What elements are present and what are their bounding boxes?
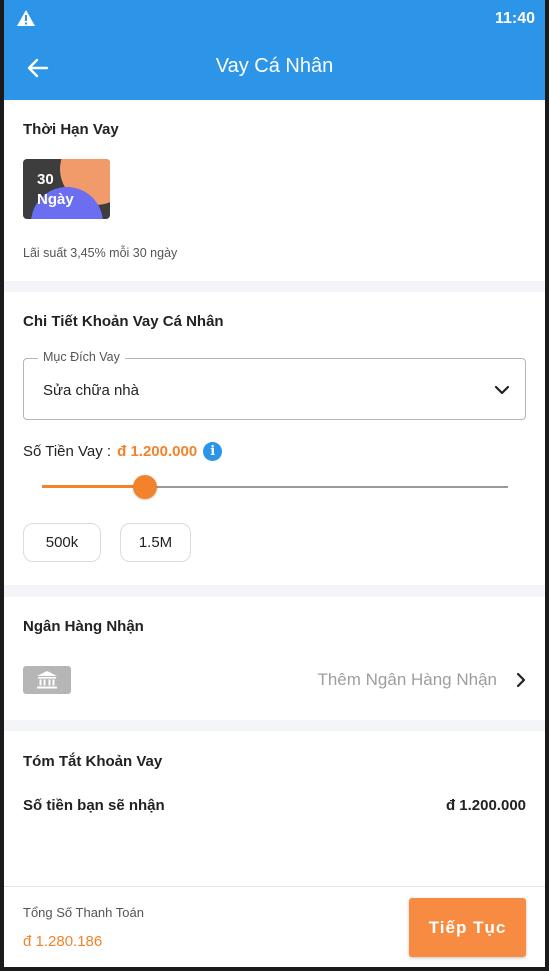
loan-term-title: Thời Hạn Vay — [23, 121, 119, 138]
receive-amount-value: đ 1.200.000 — [445, 797, 526, 814]
add-bank-label: Thêm Ngân Hàng Nhận — [317, 670, 497, 689]
loan-amount-slider[interactable] — [42, 475, 508, 499]
info-icon[interactable]: i — [203, 441, 223, 461]
app-screen: 11:40 Vay Cá Nhân Thời Hạn Vay 30 Ngày L… — [4, 0, 545, 967]
payment-footer: Tổng Số Thanh Toán đ 1.280.186 Tiếp Tục — [4, 886, 545, 967]
slider-thumb[interactable] — [133, 475, 157, 499]
loan-summary-title: Tóm Tắt Khoản Vay — [23, 753, 163, 770]
term-option-30-days[interactable]: 30 Ngày — [23, 159, 110, 219]
warning-icon — [17, 10, 35, 26]
continue-button[interactable]: Tiếp Tục — [409, 898, 526, 957]
loan-amount-value: đ 1.200.000 — [117, 442, 198, 460]
term-unit: Ngày — [37, 191, 74, 208]
quick-amount-1-5m-button[interactable]: 1.5M — [120, 523, 191, 562]
status-clock: 11:40 — [494, 10, 535, 27]
chevron-right-icon — [516, 672, 526, 688]
bank-icon-box — [23, 666, 71, 694]
slider-fill — [42, 485, 145, 488]
interest-rate-note: Lãi suất 3,45% mỗi 30 ngày — [23, 246, 178, 260]
loan-term-card: Thời Hạn Vay 30 Ngày Lãi suất 3,45% mỗi … — [4, 100, 545, 281]
receiving-bank-card: Ngân Hàng Nhận Thêm Ngân Hàng Nhận — [4, 597, 545, 720]
loan-purpose-label: Mục Đích Vay — [38, 350, 125, 364]
page-title: Vay Cá Nhân — [215, 55, 334, 77]
add-receiving-bank-button[interactable]: Thêm Ngân Hàng Nhận — [317, 667, 527, 693]
receiving-bank-title: Ngân Hàng Nhận — [23, 618, 144, 635]
loan-details-card: Chi Tiết Khoản Vay Cá Nhân Mục Đích Vay … — [4, 292, 545, 585]
term-number: 30 — [37, 171, 54, 188]
loan-details-title: Chi Tiết Khoản Vay Cá Nhân — [23, 313, 224, 330]
loan-summary-card: Tóm Tắt Khoản Vay Số tiền bạn sẽ nhận đ … — [4, 731, 545, 886]
quick-amount-500k-button[interactable]: 500k — [23, 523, 101, 562]
chevron-down-icon — [494, 385, 510, 395]
app-bar: Vay Cá Nhân — [4, 36, 545, 100]
loan-purpose-value: Sửa chữa nhà — [43, 382, 139, 399]
loan-amount-row: Số Tiền Vay : đ 1.200.000 i — [23, 440, 223, 462]
loan-purpose-select[interactable]: Mục Đích Vay Sửa chữa nhà — [23, 350, 526, 420]
bank-icon — [37, 671, 57, 689]
loan-amount-label: Số Tiền Vay : — [23, 442, 112, 460]
status-bar: 11:40 — [4, 0, 545, 36]
total-payment-label: Tổng Số Thanh Toán — [23, 905, 144, 920]
total-payment-value: đ 1.280.186 — [23, 933, 103, 950]
receive-amount-label: Số tiền bạn sẽ nhận — [23, 797, 165, 814]
